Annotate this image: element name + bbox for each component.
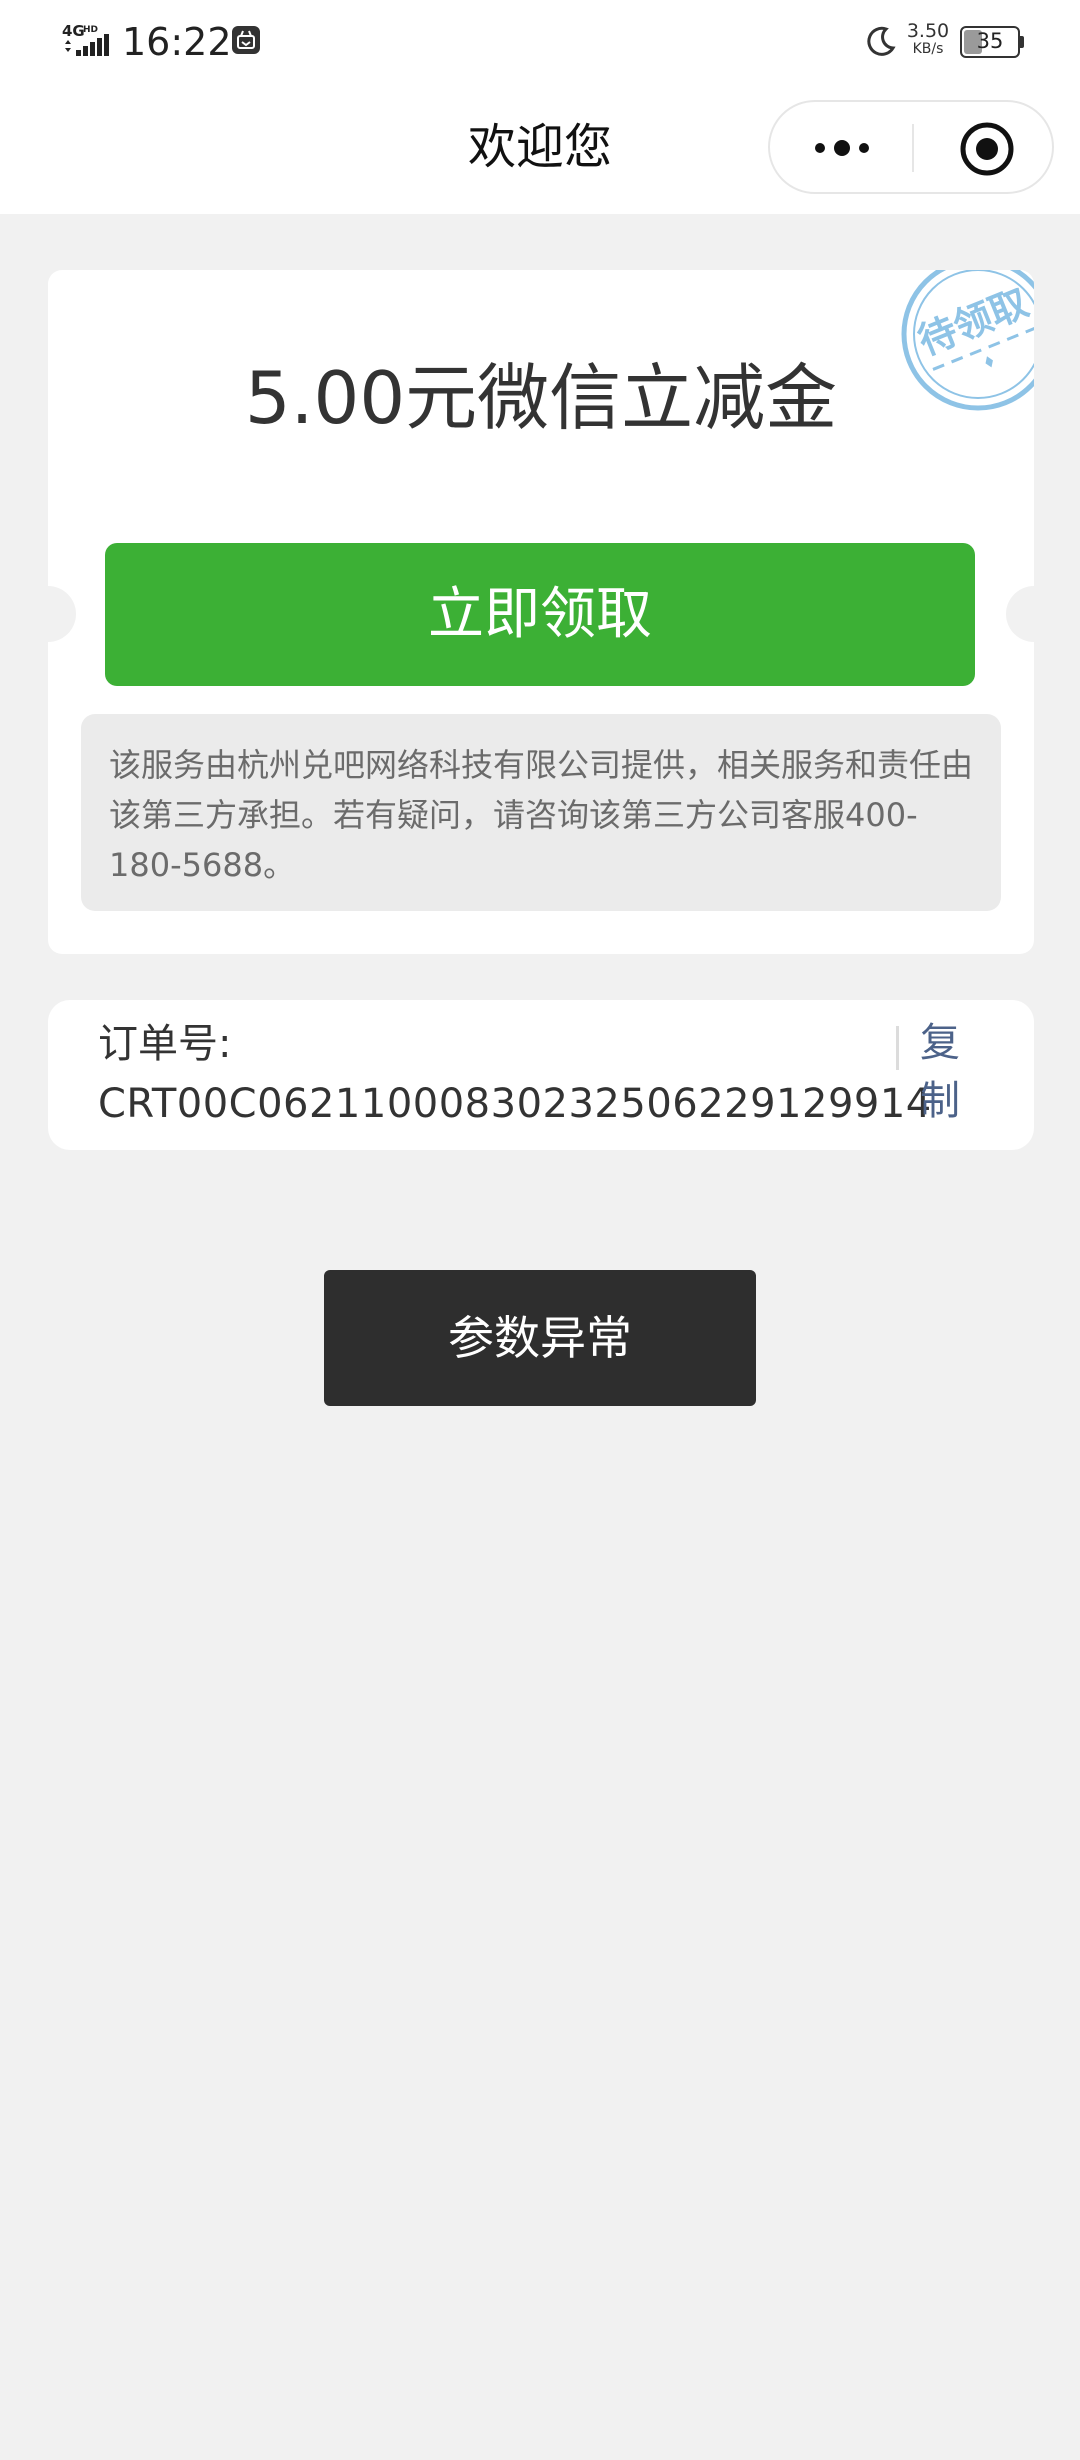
ticket-notch-right	[1006, 586, 1034, 642]
third-party-notice: 该服务由杭州兑吧网络科技有限公司提供，相关服务和责任由该第三方承担。若有疑问，请…	[81, 714, 1001, 911]
svg-text:HD: HD	[83, 25, 98, 35]
coupon-card: 待领取 5.00元微信立减金 立即领取 该服务由杭州兑吧网络科技有限公司提供，相…	[48, 270, 1034, 954]
app-notification-icon	[232, 26, 260, 54]
network-speed-unit: KB/s	[912, 41, 944, 57]
order-number-label: 订单号:	[98, 1021, 232, 1067]
battery-level: 35	[976, 29, 1004, 53]
close-target-icon[interactable]	[958, 120, 1016, 178]
order-card: 订单号: CRT00C06211000830232506229129914 复制	[48, 1000, 1034, 1150]
network-speed-value: 3.50	[906, 20, 950, 42]
mini-program-capsule	[768, 100, 1054, 194]
order-divider	[896, 1026, 899, 1070]
copy-order-button[interactable]: 复制	[910, 1014, 970, 1134]
parameter-error-button[interactable]: 参数异常	[324, 1270, 756, 1406]
network-speed: 3.50 KB/s	[904, 22, 952, 58]
nav-bar: 欢迎您	[0, 84, 1080, 214]
order-number-value: CRT00C06211000830232506229129914	[98, 1081, 932, 1127]
clock-time: 16:22	[122, 20, 232, 64]
battery-tip	[1020, 36, 1024, 48]
more-dots-icon[interactable]	[810, 126, 874, 170]
signal-icon: 4G HD	[62, 22, 109, 56]
ticket-notch-left	[48, 586, 76, 642]
battery-icon: 35	[960, 26, 1020, 58]
moon-icon	[867, 26, 896, 56]
capsule-divider	[912, 124, 914, 172]
svg-text:4G: 4G	[62, 22, 85, 40]
status-bar: 4G HD 16:22 3.50 KB/s 35	[0, 0, 1080, 84]
claim-now-button[interactable]: 立即领取	[105, 543, 975, 686]
coupon-title: 5.00元微信立减金	[244, 356, 838, 440]
